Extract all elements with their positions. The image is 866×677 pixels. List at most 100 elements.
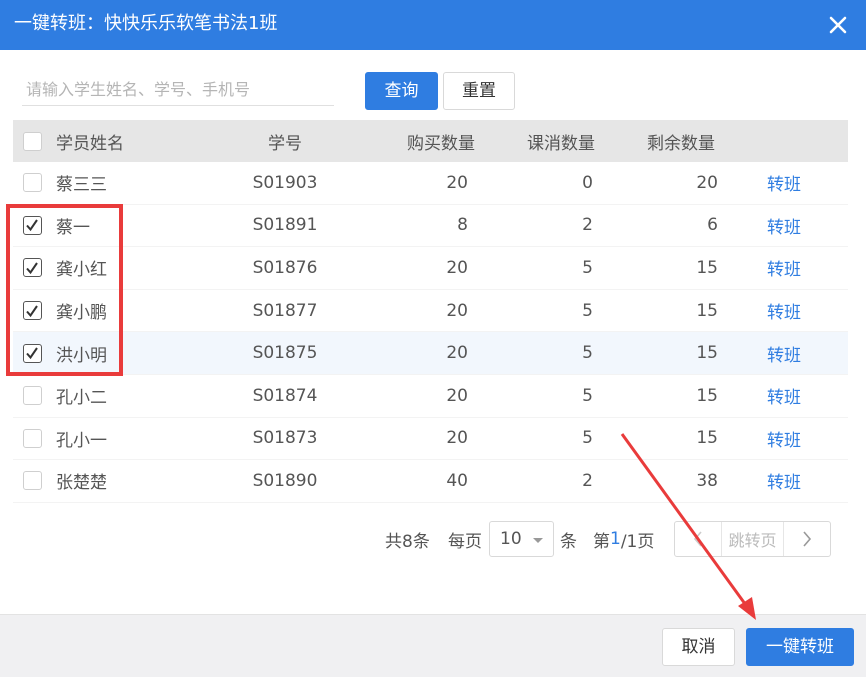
cell-buy: 8 bbox=[457, 215, 468, 236]
cell-name: 孔小一 bbox=[56, 430, 107, 451]
pagination-controls: 跳转页 bbox=[674, 521, 831, 557]
table-row: 张楚楚 S01890 40 2 38 转班 bbox=[13, 460, 848, 503]
student-table: 学员姓名 学号 购买数量 课消数量 剩余数量 蔡三三 S01903 20 0 20 转班蔡… bbox=[13, 120, 848, 503]
cell-no: S01874 bbox=[252, 385, 318, 406]
table-row: 洪小明 S01875 20 5 15 转班 bbox=[13, 332, 848, 375]
cell-buy: 20 bbox=[446, 385, 468, 406]
cell-no: S01891 bbox=[252, 215, 318, 236]
cell-name: 洪小明 bbox=[56, 345, 107, 366]
cell-name: 张楚楚 bbox=[56, 473, 107, 494]
check-icon bbox=[26, 219, 38, 232]
cell-buy: 20 bbox=[446, 300, 468, 321]
query-button[interactable]: 查询 bbox=[365, 72, 438, 110]
row-checkbox[interactable] bbox=[22, 258, 42, 278]
cell-rest: 15 bbox=[696, 300, 718, 321]
cell-used: 5 bbox=[582, 300, 593, 321]
cell-buy: 20 bbox=[446, 172, 468, 193]
header-no: 学号 bbox=[268, 133, 302, 154]
cell-used: 5 bbox=[582, 428, 593, 449]
cell-name: 蔡一 bbox=[56, 217, 90, 238]
row-checkbox[interactable] bbox=[22, 173, 42, 193]
cell-rest: 6 bbox=[707, 215, 718, 236]
cell-no: S01873 bbox=[252, 428, 318, 449]
pagination-unit: 条 bbox=[560, 531, 577, 552]
transfer-link[interactable]: 转班 bbox=[767, 290, 801, 332]
check-icon bbox=[26, 262, 38, 275]
table-row: 龚小红 S01876 20 5 15 转班 bbox=[13, 247, 848, 290]
table-row: 蔡三三 S01903 20 0 20 转班 bbox=[13, 162, 848, 205]
cell-used: 5 bbox=[582, 385, 593, 406]
pagination-per-page-label: 每页 bbox=[448, 531, 482, 552]
dialog-footer bbox=[0, 614, 866, 677]
cell-rest: 20 bbox=[696, 172, 718, 193]
chevron-left-icon bbox=[693, 531, 702, 547]
chevron-down-icon bbox=[533, 538, 543, 543]
header-buy: 购买数量 bbox=[407, 133, 475, 154]
table-row: 孔小二 S01874 20 5 15 转班 bbox=[13, 375, 848, 418]
cell-buy: 20 bbox=[446, 257, 468, 278]
page-size-select[interactable]: 10 bbox=[489, 521, 554, 557]
pagination-page-info: 第 1/1页 bbox=[593, 521, 654, 557]
cell-rest: 38 bbox=[696, 470, 718, 491]
cell-rest: 15 bbox=[696, 343, 718, 364]
page-suffix: /1页 bbox=[620, 531, 655, 552]
cell-name: 龚小鹏 bbox=[56, 303, 107, 324]
row-checkbox[interactable] bbox=[22, 301, 42, 321]
check-icon bbox=[26, 305, 38, 317]
row-checkbox[interactable] bbox=[22, 428, 42, 448]
dialog-header: 一键转班：快快乐乐软笔书法1班 bbox=[0, 0, 866, 50]
next-page-button[interactable] bbox=[784, 522, 830, 556]
reset-button[interactable]: 重置 bbox=[443, 72, 515, 110]
table-header: 学员姓名 学号 购买数量 课消数量 剩余数量 bbox=[13, 120, 848, 162]
table-body: 蔡三三 S01903 20 0 20 转班 蔡一 S01891 8 2 6 转班 龚小红 S01876 20… bbox=[13, 162, 848, 503]
cell-rest: 15 bbox=[696, 257, 718, 278]
search-input[interactable] bbox=[22, 74, 334, 106]
row-checkbox[interactable] bbox=[22, 471, 42, 491]
cell-no: S01877 bbox=[252, 300, 318, 321]
header-rest: 剩余数量 bbox=[647, 133, 715, 154]
transfer-link[interactable]: 转班 bbox=[767, 332, 801, 374]
current-page: 1 bbox=[610, 529, 621, 549]
cell-used: 5 bbox=[582, 257, 593, 278]
cell-no: S01875 bbox=[252, 343, 318, 364]
close-icon bbox=[829, 16, 847, 34]
table-row: 龚小鹏 S01877 20 5 15 转班 bbox=[13, 290, 848, 333]
row-checkbox[interactable] bbox=[22, 215, 42, 235]
chevron-right-icon bbox=[803, 531, 812, 547]
cell-buy: 40 bbox=[446, 470, 468, 491]
table-row: 孔小一 S01873 20 5 15 转班 bbox=[13, 418, 848, 461]
cell-no: S01876 bbox=[252, 257, 318, 278]
transfer-link[interactable]: 转班 bbox=[767, 375, 801, 417]
close-button[interactable] bbox=[824, 11, 852, 39]
cell-name: 蔡三三 bbox=[56, 175, 107, 196]
transfer-link[interactable]: 转班 bbox=[767, 162, 801, 204]
header-used: 课消数量 bbox=[527, 133, 595, 154]
cell-rest: 15 bbox=[696, 385, 718, 406]
prev-page-button[interactable] bbox=[675, 522, 721, 556]
select-all-checkbox[interactable] bbox=[22, 131, 42, 151]
dialog-title: 一键转班：快快乐乐软笔书法1班 bbox=[14, 13, 278, 34]
cell-rest: 15 bbox=[696, 428, 718, 449]
header-name: 学员姓名 bbox=[56, 133, 124, 154]
cancel-button[interactable]: 取消 bbox=[662, 628, 735, 666]
cell-buy: 20 bbox=[446, 343, 468, 364]
transfer-link[interactable]: 转班 bbox=[767, 247, 801, 289]
cell-name: 龚小红 bbox=[56, 260, 107, 281]
cell-no: S01903 bbox=[252, 172, 318, 193]
row-checkbox[interactable] bbox=[22, 343, 42, 363]
check-icon bbox=[26, 347, 38, 360]
transfer-link[interactable]: 转班 bbox=[767, 418, 801, 460]
transfer-link[interactable]: 转班 bbox=[767, 205, 801, 247]
page-prefix: 第 bbox=[593, 531, 610, 552]
cell-used: 2 bbox=[582, 215, 593, 236]
jump-page-button[interactable]: 跳转页 bbox=[721, 522, 784, 556]
cell-no: S01890 bbox=[252, 470, 318, 491]
batch-transfer-button[interactable]: 一键转班 bbox=[746, 628, 854, 666]
table-row: 蔡一 S01891 8 2 6 转班 bbox=[13, 205, 848, 248]
row-checkbox[interactable] bbox=[22, 386, 42, 406]
cell-used: 2 bbox=[582, 470, 593, 491]
transfer-link[interactable]: 转班 bbox=[767, 460, 801, 502]
cell-used: 0 bbox=[582, 172, 593, 193]
cell-used: 5 bbox=[582, 343, 593, 364]
cell-name: 孔小二 bbox=[56, 388, 107, 409]
